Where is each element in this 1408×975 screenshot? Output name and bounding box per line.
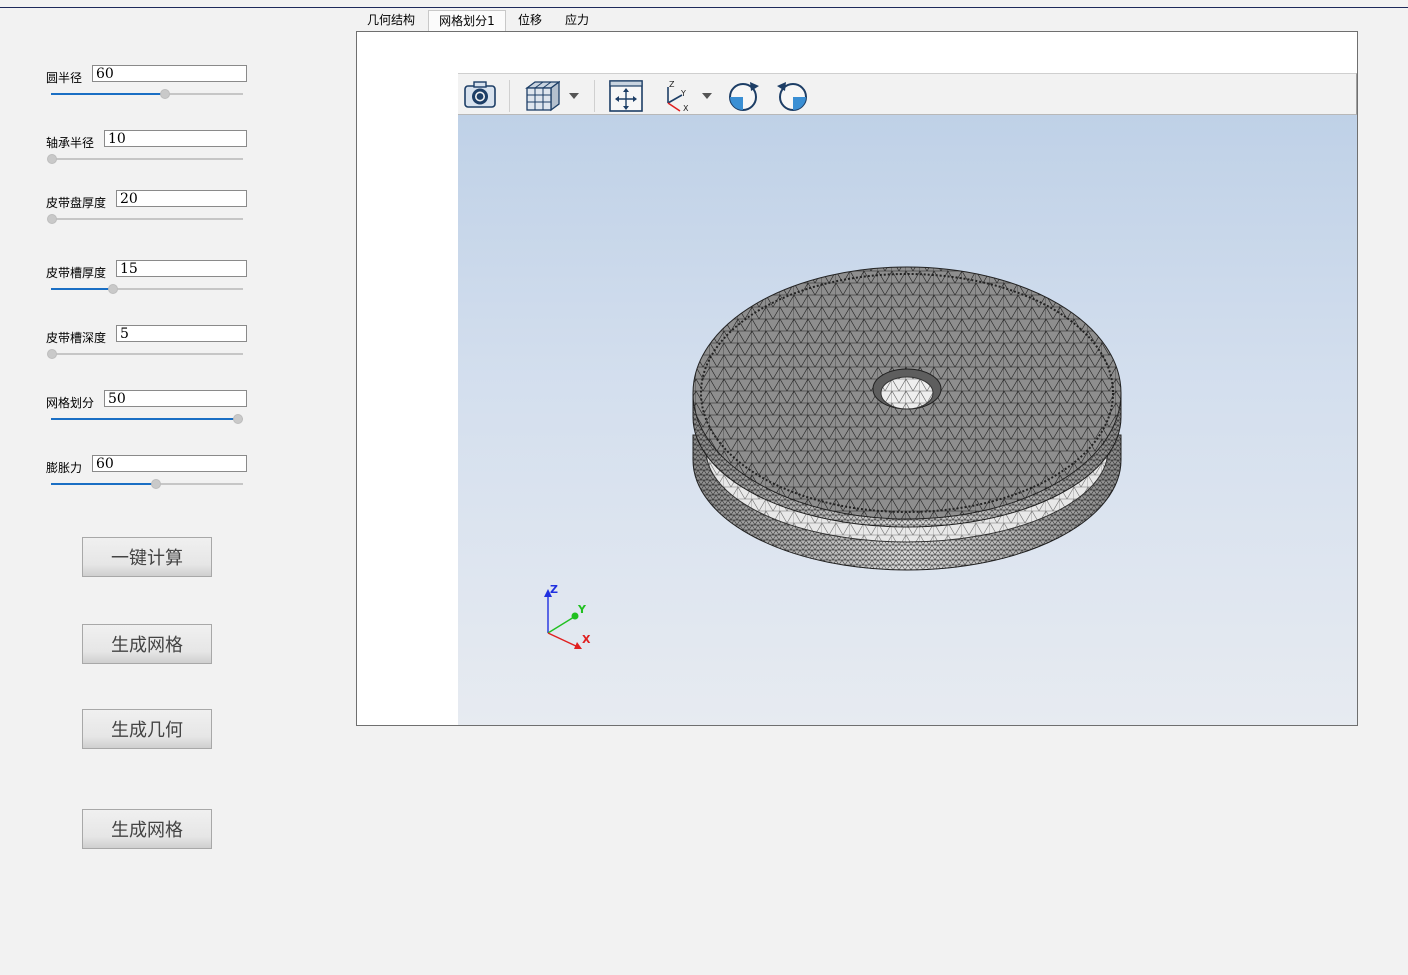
param-label: 皮带槽厚度 — [46, 266, 107, 280]
toolbar-separator — [594, 80, 595, 112]
groove-depth-input[interactable]: 5 — [116, 325, 247, 342]
mesh-division-slider[interactable] — [51, 413, 243, 425]
chevron-down-icon[interactable] — [701, 89, 713, 103]
toolbar-separator — [509, 80, 510, 112]
slider-thumb[interactable] — [160, 89, 170, 99]
slider-thumb[interactable] — [47, 154, 57, 164]
param-label: 皮带盘厚度 — [46, 196, 107, 210]
param-label: 网格划分 — [46, 396, 95, 410]
axis-x-label: X — [582, 633, 591, 646]
expansion-force-input[interactable]: 60 — [92, 455, 247, 472]
svg-text:X: X — [683, 104, 689, 113]
circle-radius-slider[interactable] — [51, 88, 243, 100]
tab-mesh[interactable]: 网格划分1 — [428, 10, 506, 32]
bearing-radius-slider[interactable] — [47, 153, 243, 165]
axes-icon[interactable]: Z Y X — [660, 79, 696, 116]
svg-text:Y: Y — [680, 89, 686, 98]
groove-thickness-input[interactable]: 15 — [116, 260, 247, 277]
bearing-radius-input[interactable]: 10 — [104, 130, 247, 147]
slider-thumb[interactable] — [47, 214, 57, 224]
camera-icon[interactable] — [462, 79, 498, 114]
slider-thumb[interactable] — [47, 349, 57, 359]
generate-mesh-button[interactable]: 生成网格 — [82, 624, 212, 664]
param-label: 轴承半径 — [46, 136, 95, 150]
fit-view-icon[interactable] — [608, 79, 644, 116]
pulley-thickness-input[interactable]: 20 — [116, 190, 247, 207]
3d-viewer: Z Y X Z Y X — [458, 73, 1357, 725]
viewer-toolbar: Z Y X — [458, 73, 1357, 115]
slider-thumb[interactable] — [151, 479, 161, 489]
one-click-compute-button[interactable]: 一键计算 — [82, 537, 212, 577]
groove-depth-slider[interactable] — [47, 348, 243, 360]
chevron-down-icon[interactable] — [568, 89, 580, 103]
axis-y-label: Y — [577, 603, 587, 616]
tab-displacement[interactable]: 位移 — [509, 10, 551, 31]
rotate-cw-icon[interactable] — [726, 79, 762, 116]
pulley-thickness-slider[interactable] — [47, 213, 243, 225]
svg-text:Z: Z — [669, 80, 675, 89]
generate-mesh-button-2[interactable]: 生成网格 — [82, 809, 212, 849]
axis-z-label: Z — [550, 583, 558, 596]
rotate-ccw-icon[interactable] — [774, 79, 810, 116]
groove-thickness-slider[interactable] — [51, 283, 243, 295]
slider-thumb[interactable] — [108, 284, 118, 294]
cube-view-icon[interactable] — [524, 79, 561, 116]
tab-geometry[interactable]: 几何结构 — [358, 10, 424, 31]
generate-geometry-button[interactable]: 生成几何 — [82, 709, 212, 749]
slider-thumb[interactable] — [233, 414, 243, 424]
axis-triad: Z Y X — [544, 583, 591, 649]
expansion-force-slider[interactable] — [51, 478, 243, 490]
param-label: 皮带槽深度 — [46, 331, 107, 345]
mesh-division-input[interactable]: 50 — [104, 390, 247, 407]
param-label: 圆半径 — [46, 71, 83, 85]
tab-stress[interactable]: 应力 — [556, 10, 598, 31]
window-top-border — [0, 0, 1408, 8]
3d-viewport[interactable]: Z Y X — [458, 115, 1357, 725]
circle-radius-input[interactable]: 60 — [92, 65, 247, 82]
param-label: 膨胀力 — [46, 461, 83, 475]
